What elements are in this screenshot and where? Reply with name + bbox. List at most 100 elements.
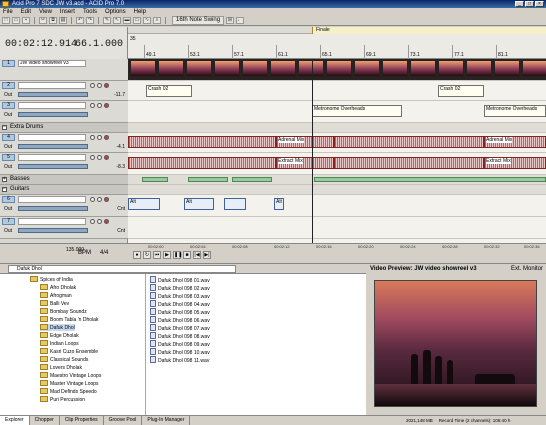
- solo-icon[interactable]: [97, 155, 102, 160]
- record-arm-icon[interactable]: [104, 197, 109, 202]
- record-arm-icon[interactable]: [104, 155, 109, 160]
- record-arm-icon[interactable]: [104, 103, 109, 108]
- clip-drum-loop[interactable]: [334, 136, 484, 148]
- timeline-ruler[interactable]: Finale 35 49.1 53.1 57.1 61.1 65.1 69.1 …: [128, 27, 546, 59]
- folder-track-guitars[interactable]: − Guitars: [0, 185, 128, 195]
- track-lane[interactable]: [128, 217, 546, 239]
- track-header[interactable]: 2 Out -11.7: [0, 81, 128, 101]
- track-header[interactable]: 5 Out -8.3: [0, 153, 128, 175]
- track-lane[interactable]: Metronome Overheads Metronome Overheads: [128, 101, 546, 123]
- clip-guitar[interactable]: Alt: [128, 198, 160, 210]
- tree-item[interactable]: Bombay Soundz: [40, 308, 87, 315]
- file-item[interactable]: Dafuk Dhol 098 06.wav: [150, 316, 210, 324]
- track-name[interactable]: [18, 102, 86, 109]
- tree-item[interactable]: Master Vintage Loops: [40, 380, 99, 387]
- clip-drum-loop[interactable]: [128, 157, 276, 169]
- time-signature[interactable]: 4/4: [100, 250, 108, 256]
- clip-crash[interactable]: Crash 02: [438, 85, 484, 97]
- file-item[interactable]: Dafuk Dhol 098 01.wav: [150, 276, 210, 284]
- mute-icon[interactable]: [90, 103, 95, 108]
- new-icon[interactable]: □: [2, 17, 10, 24]
- file-item[interactable]: Dafuk Dhol 098 04.wav: [150, 300, 210, 308]
- loop-icon[interactable]: ↻: [143, 251, 151, 259]
- clip-extract[interactable]: Extract Mix: [276, 157, 334, 169]
- clip-extract[interactable]: Extract Mix: [484, 157, 546, 169]
- file-item[interactable]: Dafuk Dhol 098 02.wav: [150, 284, 210, 292]
- clip-guitar[interactable]: [224, 198, 246, 210]
- paste-icon[interactable]: ▤: [59, 17, 67, 24]
- playhead-cursor[interactable]: [312, 59, 313, 243]
- tree-item[interactable]: Puri Percussion: [40, 396, 85, 403]
- track-header[interactable]: 4 Out -4.1: [0, 133, 128, 153]
- file-item[interactable]: Dafuk Dhol 098 11.wav: [150, 356, 209, 364]
- track-name[interactable]: [18, 154, 86, 161]
- mute-icon[interactable]: [90, 83, 95, 88]
- track-lane[interactable]: Extract Mix Extract Mix: [128, 153, 546, 175]
- solo-icon[interactable]: [97, 103, 102, 108]
- mute-icon[interactable]: [90, 155, 95, 160]
- record-arm-icon[interactable]: [104, 219, 109, 224]
- menu-file[interactable]: File: [3, 8, 13, 16]
- file-item[interactable]: Dafuk Dhol 098 07.wav: [150, 324, 210, 332]
- erase-tool-icon[interactable]: ▭: [133, 17, 141, 24]
- clip-adrenal[interactable]: Adrenal Mix: [276, 136, 334, 148]
- menu-edit[interactable]: Edit: [21, 8, 31, 16]
- cut-icon[interactable]: ✂: [39, 17, 47, 24]
- go-start-icon[interactable]: |◀: [193, 251, 201, 259]
- metronome-icon[interactable]: ♩: [236, 17, 245, 24]
- file-list[interactable]: Dafuk Dhol 098 01.wav Dafuk Dhol 098 02.…: [148, 274, 366, 415]
- track-header[interactable]: 3 Out: [0, 101, 128, 123]
- clip-drum-loop[interactable]: [128, 136, 276, 148]
- track-name[interactable]: [18, 134, 86, 141]
- menu-options[interactable]: Options: [105, 8, 126, 16]
- clip-metronome[interactable]: Metronome Overheads: [312, 105, 402, 117]
- swing-dropdown[interactable]: 16th Note Swing: [172, 16, 225, 25]
- tab-plugin-manager[interactable]: Plug-In Manager: [142, 416, 191, 425]
- track-header-video[interactable]: 1 JW video showreel v3: [0, 59, 128, 81]
- tree-item[interactable]: Spices of India: [30, 276, 73, 283]
- clip-drum-loop[interactable]: [334, 157, 484, 169]
- record-icon[interactable]: ●: [133, 251, 141, 259]
- envelope-tool-icon[interactable]: ∿: [143, 17, 151, 24]
- draw-tool-icon[interactable]: ✎: [103, 17, 111, 24]
- play-from-start-icon[interactable]: ⏮: [153, 251, 161, 259]
- timeline-area[interactable]: Crash 02 Crash 02 Metronome Overheads Me…: [128, 59, 546, 243]
- marker-finale[interactable]: Finale: [312, 27, 546, 34]
- redo-icon[interactable]: ↷: [86, 17, 94, 24]
- undo-icon[interactable]: ↶: [76, 17, 84, 24]
- menu-tools[interactable]: Tools: [83, 8, 97, 16]
- folder-track-basses[interactable]: + Basses: [0, 175, 128, 185]
- tree-item[interactable]: Classical Sounds: [40, 356, 88, 363]
- track-lane[interactable]: Crash 02 Crash 02: [128, 81, 546, 101]
- solo-icon[interactable]: [97, 197, 102, 202]
- clip-adrenal[interactable]: Adrenal Mix: [484, 136, 546, 148]
- file-item[interactable]: Dafuk Dhol 098 03.wav: [150, 292, 210, 300]
- solo-icon[interactable]: [97, 219, 102, 224]
- tree-item[interactable]: Maestro Vintage Loops: [40, 372, 101, 379]
- folder-track-extra-drums[interactable]: − Extra Drums: [0, 123, 128, 133]
- track-name[interactable]: JW video showreel v3: [18, 60, 86, 67]
- mute-icon[interactable]: [90, 135, 95, 140]
- track-header[interactable]: 6 Out Cnt: [0, 195, 128, 217]
- video-lane[interactable]: [128, 59, 546, 81]
- path-dropdown[interactable]: Dafuk Dhol: [8, 265, 236, 273]
- track-header[interactable]: 7 Out Cnt: [0, 217, 128, 239]
- track-name[interactable]: [18, 82, 86, 89]
- tree-item[interactable]: Afrogman: [40, 292, 72, 299]
- tree-item[interactable]: Kasri Cuzo Ensemble: [40, 348, 98, 355]
- solo-icon[interactable]: [97, 83, 102, 88]
- record-arm-icon[interactable]: [104, 135, 109, 140]
- pause-icon[interactable]: ❚❚: [173, 251, 182, 259]
- tab-explorer[interactable]: Explorer: [0, 416, 30, 425]
- volume-slider[interactable]: [18, 164, 88, 169]
- file-item[interactable]: Dafuk Dhol 098 08.wav: [150, 332, 210, 340]
- volume-slider[interactable]: [18, 112, 88, 117]
- track-name[interactable]: [18, 218, 86, 225]
- clip-guitar[interactable]: Alt: [274, 198, 284, 210]
- tree-item[interactable]: Balli Vev: [40, 300, 69, 307]
- record-arm-icon[interactable]: [104, 83, 109, 88]
- tab-clip-properties[interactable]: Clip Properties: [60, 416, 104, 425]
- snap-icon[interactable]: ⊞: [226, 17, 235, 24]
- zoom-tool-icon[interactable]: ⌕: [153, 17, 161, 24]
- mute-icon[interactable]: [90, 197, 95, 202]
